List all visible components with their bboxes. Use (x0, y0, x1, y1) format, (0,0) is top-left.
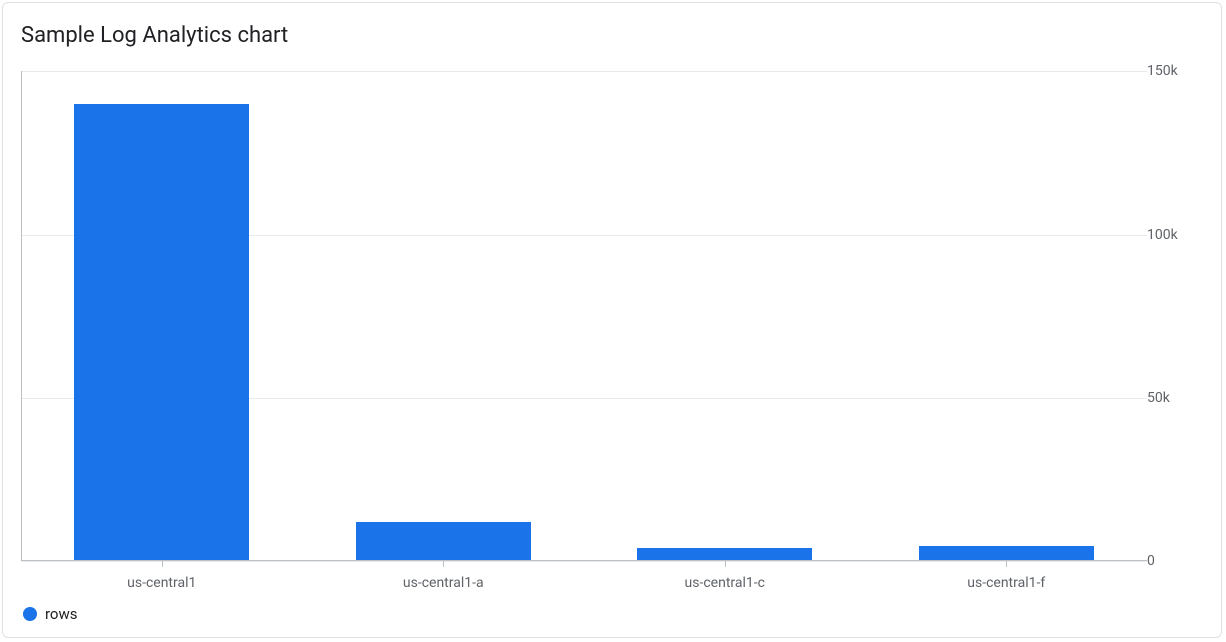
x-tick-label: us-central1-f (967, 561, 1045, 591)
y-axis-line (21, 71, 22, 561)
x-tick-label: us-central1 (127, 561, 196, 591)
bar-slot: us-central1-a (303, 71, 585, 561)
legend-label: rows (45, 605, 78, 623)
y-axis-labels: 050k100k150k (1147, 71, 1203, 561)
y-tick-label: 100k (1147, 227, 1178, 243)
chart-legend: rows (21, 605, 1203, 623)
bar-slot: us-central1-c (584, 71, 866, 561)
chart-title: Sample Log Analytics chart (21, 23, 1203, 49)
chart-wrap: us-central1us-central1-aus-central1-cus-… (21, 71, 1203, 561)
x-axis-line (21, 560, 1147, 561)
bar[interactable] (74, 104, 249, 561)
x-tick-label: us-central1-a (403, 561, 484, 591)
legend-swatch-icon (23, 607, 37, 621)
y-tick-label: 50k (1147, 390, 1170, 406)
chart-area: us-central1us-central1-aus-central1-cus-… (21, 71, 1203, 623)
y-tick-label: 0 (1147, 553, 1155, 569)
bars-container: us-central1us-central1-aus-central1-cus-… (21, 71, 1147, 561)
x-tick-label: us-central1-c (685, 561, 765, 591)
bar-slot: us-central1 (21, 71, 303, 561)
bar-slot: us-central1-f (866, 71, 1148, 561)
bar[interactable] (919, 546, 1094, 561)
chart-card: Sample Log Analytics chart us-central1us… (2, 2, 1222, 638)
bar[interactable] (356, 522, 531, 561)
y-tick-label: 150k (1147, 63, 1178, 79)
chart-plot: us-central1us-central1-aus-central1-cus-… (21, 71, 1147, 561)
